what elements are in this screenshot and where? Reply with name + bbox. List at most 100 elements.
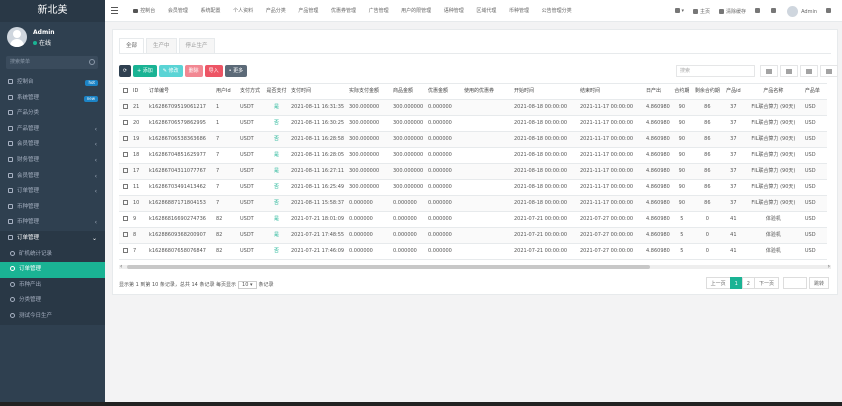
table-row[interactable]: 17 k16286704311077767 7 USDT 是 2021-08-11 16:… bbox=[119, 163, 827, 180]
table-row[interactable]: 9 k16286816690274736 82 USDT 是 2021-07-21 18:… bbox=[119, 211, 827, 228]
scroll-left-icon[interactable]: ‹ bbox=[120, 263, 122, 270]
user-menu[interactable]: Admin bbox=[787, 5, 817, 17]
advanced-search-button[interactable] bbox=[820, 65, 838, 77]
column-header[interactable]: 开始时间 bbox=[512, 83, 578, 100]
cell-value[interactable]: 是 bbox=[274, 104, 279, 110]
row-checkbox[interactable] bbox=[119, 99, 131, 116]
column-header[interactable]: 支付时间 bbox=[289, 83, 347, 100]
table-row[interactable]: 21 k16286709519061217 1 USDT 是 2021-08-11 16:… bbox=[119, 99, 827, 116]
row-checkbox[interactable] bbox=[119, 179, 131, 196]
tab-0[interactable]: 全部 bbox=[119, 38, 145, 53]
column-header[interactable]: 产品名称 bbox=[743, 83, 803, 100]
fullscreen-button[interactable] bbox=[771, 8, 778, 14]
horizontal-scrollbar[interactable]: ‹ › bbox=[119, 263, 831, 270]
checkbox-icon[interactable] bbox=[122, 216, 128, 221]
column-header[interactable]: 产品id bbox=[722, 83, 744, 100]
refresh-button[interactable]: ⟳ bbox=[119, 65, 131, 77]
top-nav-tab-4[interactable]: 产品分类 bbox=[259, 0, 292, 22]
top-nav-tab-11[interactable]: 币种管理 bbox=[503, 0, 536, 22]
edit-button[interactable]: ✎ 修改 bbox=[158, 65, 183, 77]
tab-2[interactable]: 停止生产 bbox=[178, 38, 215, 53]
more-button[interactable]: • 更多 bbox=[224, 65, 248, 77]
submenu-item-0[interactable]: 矿机统计记录 bbox=[0, 247, 105, 263]
row-checkbox[interactable] bbox=[119, 227, 131, 244]
column-header[interactable]: 使用的优惠券 bbox=[462, 83, 512, 100]
view-menu-button[interactable] bbox=[780, 65, 798, 77]
clear-cache-link[interactable]: 清除缓存 bbox=[719, 8, 746, 15]
checkbox-icon[interactable] bbox=[122, 248, 128, 253]
cell-value[interactable]: 否 bbox=[274, 120, 279, 126]
sidebar-item-2[interactable]: 产品分类 bbox=[0, 106, 105, 122]
top-nav-tab-3[interactable]: 个人资料 bbox=[227, 0, 260, 22]
table-row[interactable]: 11 k16286703491413462 7 USDT 否 2021-08-11 16:… bbox=[119, 179, 827, 196]
column-header[interactable]: 订单编号 bbox=[147, 83, 214, 100]
checkbox-icon[interactable] bbox=[122, 184, 128, 189]
column-header[interactable]: 产品单 bbox=[802, 83, 827, 100]
row-checkbox[interactable] bbox=[119, 115, 131, 132]
row-checkbox[interactable] bbox=[119, 211, 131, 228]
top-nav-tab-7[interactable]: 广告管理 bbox=[362, 0, 395, 22]
cell-value[interactable]: 否 bbox=[274, 248, 279, 254]
column-header[interactable]: ID bbox=[131, 83, 147, 100]
add-button[interactable]: + 添加 bbox=[133, 65, 157, 77]
submenu-item-3[interactable]: 分类管理 bbox=[0, 293, 105, 309]
top-nav-tab-0[interactable]: 控制台 bbox=[127, 0, 162, 22]
menu-search-input[interactable]: 搜索菜单 bbox=[6, 56, 98, 69]
settings-button[interactable] bbox=[826, 8, 833, 14]
prev-page-button[interactable]: 上一页 bbox=[705, 277, 731, 289]
page-size-select[interactable]: 10 ▾ bbox=[238, 281, 257, 289]
top-nav-tab-5[interactable]: 产品管理 bbox=[292, 0, 325, 22]
top-nav-tab-6[interactable]: 优惠券管理 bbox=[325, 0, 363, 22]
column-header[interactable]: 是否支付 bbox=[264, 83, 289, 100]
column-header[interactable]: 日产出 bbox=[644, 83, 672, 100]
checkbox-icon[interactable] bbox=[122, 104, 128, 109]
table-row[interactable]: 7 k16286807658076847 82 USDT 否 2021-07-21 17:… bbox=[119, 243, 827, 260]
sidebar-item-6[interactable]: 会员管理 ‹ bbox=[0, 169, 105, 185]
top-nav-tab-1[interactable]: 会员管理 bbox=[162, 0, 195, 22]
delete-button[interactable]: 删除 bbox=[184, 65, 203, 77]
checkbox-icon[interactable] bbox=[122, 232, 128, 237]
table-row[interactable]: 8 k16288609368200907 82 USDT 是 2021-07-21 17:… bbox=[119, 227, 827, 244]
checkbox-icon[interactable] bbox=[122, 120, 128, 125]
table-row[interactable]: 18 k16286704851625977 7 USDT 是 2021-08-11 16:… bbox=[119, 147, 827, 164]
checkbox-icon[interactable] bbox=[122, 136, 128, 141]
sidebar-item-5[interactable]: 财务管理 ‹ bbox=[0, 153, 105, 169]
top-nav-tab-2[interactable]: 系统配置 bbox=[194, 0, 227, 22]
column-header[interactable]: 结束时间 bbox=[578, 83, 644, 100]
submenu-item-2[interactable]: 币种产出 bbox=[0, 278, 105, 294]
checkbox-icon[interactable] bbox=[122, 200, 128, 205]
row-checkbox[interactable] bbox=[119, 131, 131, 148]
table-search-input[interactable]: 搜索 bbox=[676, 65, 755, 77]
cell-value[interactable]: 是 bbox=[274, 232, 279, 238]
sidebar-item-8[interactable]: 币种管理 bbox=[0, 200, 105, 216]
sidebar-item-3[interactable]: 产品管理 ‹ bbox=[0, 122, 105, 138]
table-row[interactable]: 19 k16286706538363686 7 USDT 否 2021-08-11 16:… bbox=[119, 131, 827, 148]
top-nav-tab-10[interactable]: 区域代理 bbox=[470, 0, 503, 22]
cell-value[interactable]: 是 bbox=[274, 168, 279, 174]
search-icon[interactable] bbox=[89, 59, 95, 65]
export-button[interactable] bbox=[800, 65, 818, 77]
column-header[interactable]: 实际支付金额 bbox=[347, 83, 391, 100]
column-header[interactable]: 合约期 bbox=[671, 83, 692, 100]
jump-button[interactable]: 跳转 bbox=[808, 277, 829, 289]
submenu-item-1[interactable]: 订单管理 bbox=[0, 262, 105, 278]
jump-page-input[interactable] bbox=[782, 277, 807, 289]
select-all-checkbox[interactable] bbox=[119, 83, 131, 100]
sidebar-item-9[interactable]: 币种管理 ‹ bbox=[0, 215, 105, 231]
cell-value[interactable]: 否 bbox=[274, 200, 279, 206]
sidebar-item-7[interactable]: 订单管理 ‹ bbox=[0, 184, 105, 200]
layout-menu-button[interactable]: ▾ bbox=[674, 8, 684, 14]
cell-value[interactable]: 否 bbox=[274, 136, 279, 142]
sidebar-item-10[interactable]: 订单管理 ⌄ bbox=[0, 230, 105, 247]
next-page-button[interactable]: 下一页 bbox=[753, 277, 779, 289]
row-checkbox[interactable] bbox=[119, 195, 131, 212]
table-row[interactable]: 10 k16286887171804153 7 USDT 否 2021-08-11 15:… bbox=[119, 195, 827, 212]
cell-value[interactable]: 是 bbox=[274, 216, 279, 222]
import-button[interactable]: 导入 bbox=[204, 65, 223, 77]
checkbox-icon[interactable] bbox=[122, 152, 128, 157]
sidebar-item-0[interactable]: 控制台 hot bbox=[0, 75, 105, 91]
row-checkbox[interactable] bbox=[119, 147, 131, 164]
tab-1[interactable]: 生产中 bbox=[146, 38, 177, 53]
submenu-item-4[interactable]: 测试今日生产 bbox=[0, 309, 105, 325]
scroll-right-icon[interactable]: › bbox=[828, 263, 830, 270]
